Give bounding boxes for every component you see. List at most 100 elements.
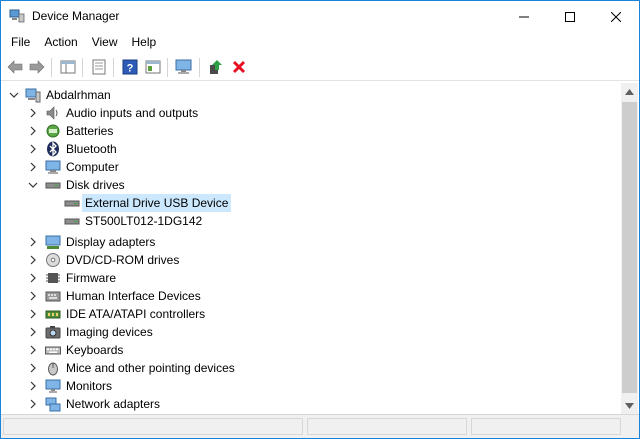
scan-hardware-button[interactable] xyxy=(175,58,193,76)
vertical-scrollbar[interactable] xyxy=(621,83,638,414)
scroll-down-button[interactable] xyxy=(621,397,638,414)
help-icon: ? xyxy=(122,59,138,75)
tree-item-label: Imaging devices xyxy=(66,325,153,339)
disk-drive-icon xyxy=(64,200,80,207)
forward-icon xyxy=(29,60,45,74)
tree-item[interactable]: Disk drives xyxy=(1,176,621,194)
hid-icon xyxy=(45,291,61,302)
monitor-icon xyxy=(175,59,192,74)
view-icon xyxy=(145,60,161,74)
menu-help[interactable]: Help xyxy=(125,32,164,53)
forward-button[interactable] xyxy=(28,58,46,76)
device-manager-window: Device Manager File Action View Help ? A… xyxy=(0,0,640,439)
mouse-icon xyxy=(48,362,58,376)
uninstall-device-button[interactable] xyxy=(230,58,248,76)
speaker-icon xyxy=(46,106,58,120)
tree-item[interactable]: Mice and other pointing devices xyxy=(1,359,621,377)
computer-icon xyxy=(25,88,41,103)
tree-item[interactable]: Keyboards xyxy=(1,341,621,359)
keyboard-icon xyxy=(45,346,61,355)
chevron-right-icon[interactable] xyxy=(27,308,39,320)
tree-item[interactable]: Computer xyxy=(1,158,621,176)
window-title: Device Manager xyxy=(32,9,120,23)
tree-item-label: Disk drives xyxy=(66,178,125,192)
chevron-right-icon[interactable] xyxy=(27,125,39,137)
tree-item[interactable]: DVD/CD-ROM drives xyxy=(1,251,621,269)
tree-item[interactable]: Display adapters xyxy=(1,233,621,251)
chevron-right-icon[interactable] xyxy=(27,362,39,374)
chevron-right-icon[interactable] xyxy=(27,398,39,410)
status-panel-main xyxy=(3,418,303,435)
tree-item[interactable]: Imaging devices xyxy=(1,323,621,341)
scrollbar-thumb[interactable] xyxy=(622,102,637,393)
tree-item[interactable]: Audio inputs and outputs xyxy=(1,104,621,122)
device-tree[interactable]: Abdalrhman Audio inputs and outputs Batt… xyxy=(1,83,621,414)
scroll-up-button[interactable] xyxy=(621,83,638,100)
camera-icon xyxy=(45,326,61,339)
status-panel-tertiary xyxy=(471,418,621,435)
menu-bar: File Action View Help xyxy=(1,32,639,53)
show-hide-tree-button[interactable] xyxy=(59,58,77,76)
maximize-icon xyxy=(565,11,575,22)
update-driver-button[interactable] xyxy=(207,58,225,76)
update-driver-icon xyxy=(210,60,222,74)
svg-text:?: ? xyxy=(127,63,134,75)
tree-root[interactable]: Abdalrhman xyxy=(1,86,621,104)
monitor-icon xyxy=(45,379,61,393)
tree-item-label: Batteries xyxy=(66,124,114,138)
tree-item-label: Network adapters xyxy=(66,397,161,411)
back-button[interactable] xyxy=(6,58,24,76)
tree-item-label: IDE ATA/ATAPI controllers xyxy=(66,307,206,321)
title-bar[interactable]: Device Manager xyxy=(1,1,639,32)
minimize-button[interactable] xyxy=(501,1,547,32)
chevron-right-icon[interactable] xyxy=(27,272,39,284)
scroll-down-icon xyxy=(625,402,634,409)
chevron-down-icon[interactable] xyxy=(8,89,20,101)
maximize-button[interactable] xyxy=(547,1,593,32)
help-button[interactable]: ? xyxy=(121,58,139,76)
disk-drive-icon xyxy=(45,182,61,189)
tree-item[interactable]: Bluetooth xyxy=(1,140,621,158)
menu-file[interactable]: File xyxy=(1,32,37,53)
device-manager-app-icon xyxy=(9,9,25,23)
chevron-right-icon[interactable] xyxy=(27,161,39,173)
tree-item[interactable]: Human Interface Devices xyxy=(1,287,621,305)
tree-item-label: Bluetooth xyxy=(66,142,117,156)
computer-icon xyxy=(45,160,61,174)
tree-item[interactable]: Network adapters xyxy=(1,395,621,413)
tree-child-item[interactable]: ST500LT012-1DG142 xyxy=(1,212,621,230)
tree-child-item[interactable]: External Drive USB Device xyxy=(1,194,621,212)
properties-button[interactable] xyxy=(90,58,108,76)
bluetooth-icon xyxy=(47,141,59,157)
tree-item-label: Keyboards xyxy=(66,343,124,357)
chevron-right-icon[interactable] xyxy=(27,344,39,356)
chevron-right-icon[interactable] xyxy=(27,380,39,392)
close-button[interactable] xyxy=(593,1,639,32)
chevron-down-icon[interactable] xyxy=(27,179,39,191)
tree-item[interactable]: IDE ATA/ATAPI controllers xyxy=(1,305,621,323)
chevron-right-icon[interactable] xyxy=(27,236,39,248)
chevron-right-icon[interactable] xyxy=(27,326,39,338)
tree-item-label: Monitors xyxy=(66,379,113,393)
network-icon xyxy=(45,397,61,412)
chevron-right-icon[interactable] xyxy=(27,107,39,119)
uninstall-icon xyxy=(232,60,246,74)
menu-action[interactable]: Action xyxy=(37,32,84,53)
dvd-icon xyxy=(46,253,60,267)
menu-view[interactable]: View xyxy=(85,32,125,53)
status-panel-secondary xyxy=(307,418,467,435)
chevron-right-icon[interactable] xyxy=(27,290,39,302)
view-button[interactable] xyxy=(144,58,162,76)
chevron-right-icon[interactable] xyxy=(27,254,39,266)
tree-item-label: Human Interface Devices xyxy=(66,289,201,303)
tree-item-label-selected: External Drive USB Device xyxy=(82,194,232,212)
chevron-right-icon[interactable] xyxy=(27,143,39,155)
close-icon xyxy=(611,11,621,22)
tree-item[interactable]: Batteries xyxy=(1,122,621,140)
tree-item[interactable]: Monitors xyxy=(1,377,621,395)
tree-item-label: Mice and other pointing devices xyxy=(66,361,235,375)
display-adapter-icon xyxy=(45,235,61,249)
status-bar xyxy=(1,414,639,438)
tree-item[interactable]: Firmware xyxy=(1,269,621,287)
show-hide-tree-icon xyxy=(60,60,76,74)
